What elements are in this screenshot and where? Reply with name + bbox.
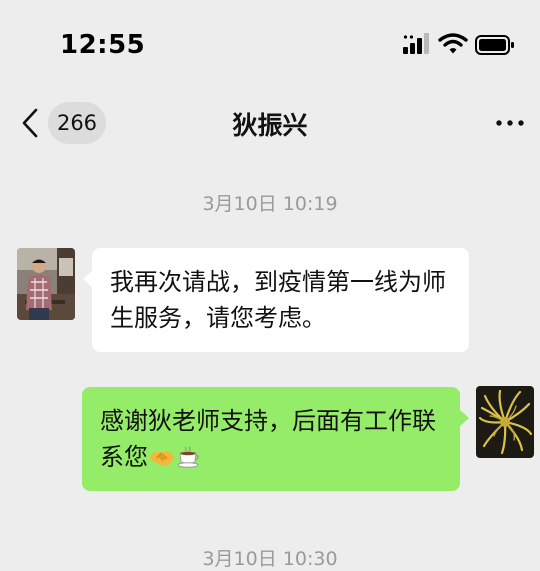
chat-title: 狄振兴 <box>232 111 308 140</box>
more-dots-icon[interactable] <box>494 112 526 134</box>
message-timestamp: 3月10日 10:30 <box>202 548 338 570</box>
wifi-icon <box>438 33 468 54</box>
signal-icon <box>403 33 429 54</box>
status-time: 12:55 <box>60 30 146 60</box>
coffee-emoji-icon <box>177 446 199 468</box>
incoming-message-text: 我再次请战，到疫情第一线为师生服务，请您考虑。 <box>110 268 446 332</box>
self-avatar[interactable] <box>476 386 534 458</box>
message-timestamp: 3月10日 10:19 <box>202 193 338 215</box>
handshake-emoji-icon <box>150 451 174 466</box>
contact-avatar[interactable] <box>17 248 75 320</box>
outgoing-message-bubble[interactable]: 感谢狄老师支持，后面有工作联系您 <box>82 387 469 491</box>
battery-icon <box>475 35 514 55</box>
incoming-message-bubble[interactable]: 我再次请战，到疫情第一线为师生服务，请您考虑。 <box>83 248 469 352</box>
